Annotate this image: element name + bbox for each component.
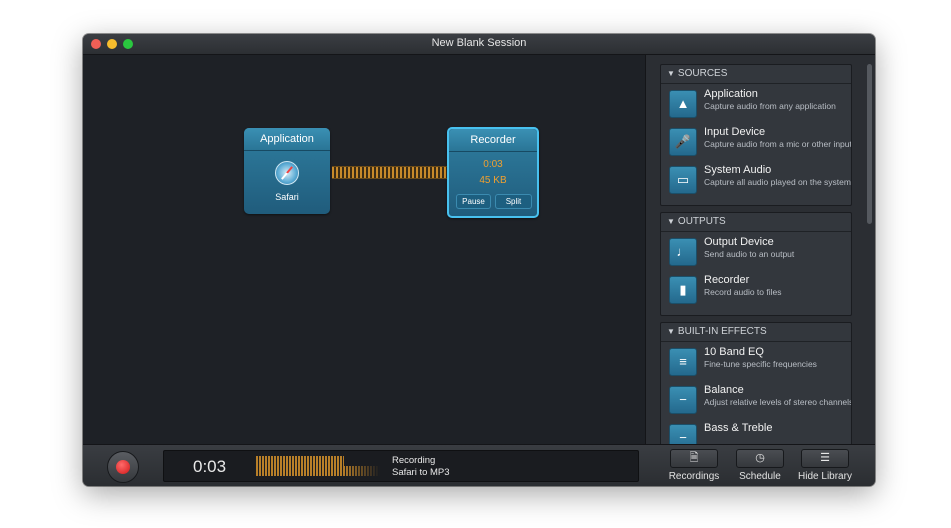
hide-library-label: Hide Library — [798, 471, 852, 482]
library-item-output-device[interactable]: ♩ Output Device Send audio to an output — [661, 232, 851, 270]
session-canvas: Application Safari Recorder 0:03 45 KB P… — [83, 55, 645, 444]
effects-section: ▼ BUILT-IN EFFECTS ≡ 10 Band EQ Fine-tune… — [660, 322, 852, 446]
app-store-icon: ▲ — [669, 90, 697, 118]
source-node-header: Application — [244, 128, 330, 151]
transport-bar: 0:03 Recording Safari to MP3 🗎 Recording… — [83, 444, 875, 486]
library-item-system-audio[interactable]: ▭ System Audio Capture all audio played … — [661, 160, 851, 198]
recorder-file-size: 45 KB — [479, 175, 507, 186]
outputs-header[interactable]: ▼ OUTPUTS — [661, 213, 851, 232]
effects-heading: BUILT-IN EFFECTS — [677, 326, 767, 337]
source-node-label: Safari — [275, 192, 299, 202]
library-item-desc: Capture all audio played on the system — [704, 177, 851, 187]
list-icon: ☰ — [801, 449, 849, 468]
balance-slider-icon: − — [669, 386, 697, 414]
library-item-application[interactable]: ▲ Application Capture audio from any app… — [661, 84, 851, 122]
library-item-bass-treble[interactable]: − Bass & Treble — [661, 418, 851, 445]
bass-treble-icon: − — [669, 424, 697, 445]
split-button[interactable]: Split — [495, 194, 532, 209]
recorder-node-header: Recorder — [449, 129, 537, 152]
library-item-title: Application — [704, 88, 758, 100]
library-item-desc: Fine-tune specific frequencies — [704, 359, 817, 369]
library-item-title: 10 Band EQ — [704, 346, 764, 358]
library-item-desc: Capture audio from any application — [704, 101, 836, 111]
pause-button[interactable]: Pause — [456, 194, 491, 209]
library-item-desc: Send audio to an output — [704, 249, 795, 259]
application-source-node[interactable]: Application Safari — [244, 128, 330, 214]
safari-icon — [275, 161, 299, 185]
schedule-button[interactable]: ◷ Schedule — [734, 449, 786, 482]
eq-sliders-icon: ≡ — [669, 348, 697, 376]
library-item-10-band-eq[interactable]: ≡ 10 Band EQ Fine-tune specific frequenc… — [661, 342, 851, 380]
record-button[interactable] — [107, 451, 139, 483]
library-item-title: Balance — [704, 384, 744, 396]
clock-icon: ◷ — [736, 449, 784, 468]
sources-header[interactable]: ▼ SOURCES — [661, 65, 851, 84]
outputs-section: ▼ OUTPUTS ♩ Output Device Send audio to a… — [660, 212, 852, 316]
recorder-elapsed-time: 0:03 — [483, 159, 503, 170]
recordings-button[interactable]: 🗎 Recordings — [668, 449, 720, 482]
status-text: Recording — [392, 455, 436, 466]
library-item-desc: Record audio to files — [704, 287, 782, 297]
library-item-recorder[interactable]: ▮ Recorder Record audio to files — [661, 270, 851, 308]
monitor-icon: ▭ — [669, 166, 697, 194]
file-icon: ▮ — [669, 276, 697, 304]
library-item-title: Recorder — [704, 274, 750, 286]
library-item-input-device[interactable]: 🎤 Input Device Capture audio from a mic … — [661, 122, 851, 160]
recording-status-panel: 0:03 Recording Safari to MP3 — [163, 450, 639, 482]
schedule-label: Schedule — [739, 471, 781, 482]
hide-library-button[interactable]: ☰ Hide Library — [795, 449, 855, 482]
window-title: New Blank Session — [431, 37, 527, 49]
recorder-node[interactable]: Recorder 0:03 45 KB Pause Split — [447, 127, 539, 218]
document-icon: 🗎 — [670, 449, 718, 468]
library-item-title: Bass & Treble — [704, 422, 773, 434]
microphone-icon: 🎤 — [669, 128, 697, 156]
chevron-down-icon: ▼ — [667, 327, 675, 336]
library-item-desc: Capture audio from a mic or other input — [704, 139, 852, 149]
library-item-balance[interactable]: − Balance Adjust relative levels of ster… — [661, 380, 851, 418]
sidebar-scrollbar[interactable] — [867, 64, 872, 224]
elapsed-time: 0:03 — [193, 457, 227, 476]
sources-section: ▼ SOURCES ▲ Application Capture audio fro… — [660, 64, 852, 206]
status-subtext: Safari to MP3 — [392, 467, 450, 478]
chevron-down-icon: ▼ — [667, 69, 675, 78]
app-window: New Blank Session Application Safari Rec… — [83, 34, 875, 486]
sources-heading: SOURCES — [677, 68, 728, 79]
library-item-title: Input Device — [704, 126, 766, 138]
title-bar: New Blank Session — [83, 34, 875, 55]
library-item-title: Output Device — [704, 236, 774, 248]
effects-header[interactable]: ▼ BUILT-IN EFFECTS — [661, 323, 851, 342]
library-item-desc: Adjust relative levels of stereo channel… — [704, 397, 852, 407]
library-item-title: System Audio — [704, 164, 772, 176]
speaker-icon: ♩ — [669, 238, 697, 266]
outputs-heading: OUTPUTS — [677, 216, 726, 227]
audio-connection-wire[interactable] — [332, 166, 448, 179]
chevron-down-icon: ▼ — [667, 217, 675, 226]
recordings-label: Recordings — [668, 471, 720, 482]
library-sidebar: ▼ SOURCES ▲ Application Capture audio fro… — [645, 55, 875, 446]
